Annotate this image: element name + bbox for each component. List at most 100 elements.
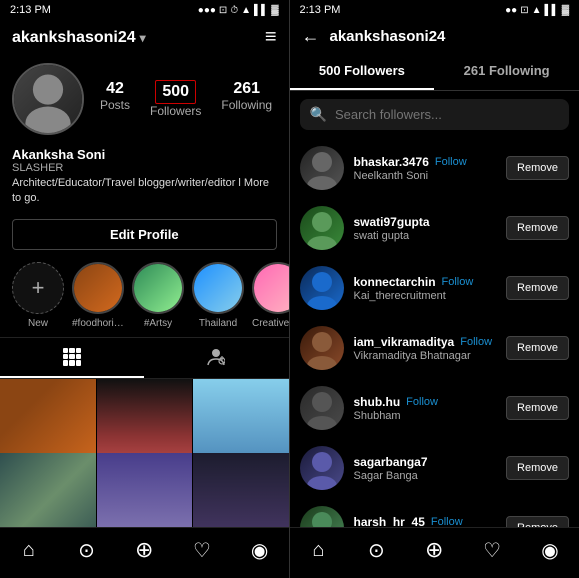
story-4[interactable]: Creative W... [252,262,289,329]
right-nav-heart-icon[interactable]: ♡ [478,536,506,564]
remove-button-6[interactable]: Remove [506,516,569,527]
follower-username-5: sagarbanga7 [354,455,428,469]
nav-search-icon[interactable]: ⊙ [73,536,101,564]
nav-profile-icon[interactable]: ◉ [246,536,274,564]
nav-add-icon[interactable]: ⊕ [130,536,158,564]
follower-username-3: iam_vikramaditya [354,335,455,349]
photo-4[interactable] [0,453,96,527]
following-label: Following [221,98,272,112]
follower-avatar-6 [300,506,344,527]
tab-tagged[interactable] [144,338,288,378]
remove-button-4[interactable]: Remove [506,396,569,420]
dropdown-icon[interactable]: ▾ [140,31,146,45]
search-icon: 🔍 [310,106,327,123]
right-time: 2:13 PM [300,4,341,16]
follower-realname-1: swati gupta [354,230,497,242]
follower-info-5: sagarbanga7 Sagar Banga [354,455,497,482]
story-label-0: New [28,318,48,329]
follow-link-3[interactable]: Follow [460,336,492,348]
follow-link-2[interactable]: Follow [442,276,474,288]
profile-section: 42 Posts 500 Followers 261 Following [0,55,289,143]
tab-following[interactable]: 261 Following [434,53,579,90]
left-username-row[interactable]: akankshasoni24 ▾ [12,29,146,47]
remove-button-2[interactable]: Remove [506,276,569,300]
grid-icon [63,348,81,366]
follower-realname-3: Vikramaditya Bhatnagar [354,350,497,362]
remove-button-5[interactable]: Remove [506,456,569,480]
bio-description: Architect/Educator/Travel blogger/writer… [12,176,277,207]
story-label-2: #Artsy [144,318,172,329]
left-bottom-nav: ⌂ ⊙ ⊕ ♡ ◉ [0,527,289,578]
back-button[interactable]: ← [302,26,320,47]
right-username: akankshasoni24 [330,28,446,45]
stories-row: + New #foodhorihs #Artsy Thailand [0,254,289,337]
followers-label: Followers [150,104,201,118]
follower-item: sagarbanga7 Sagar Banga Remove [290,438,579,498]
followers-stat[interactable]: 500 Followers [150,80,201,118]
follower-username-row-6: harsh_hr_45 Follow [354,515,497,528]
follower-username-1: swati97gupta [354,215,430,229]
follower-info-4: shub.hu Follow Shubham [354,395,497,422]
remove-button-3[interactable]: Remove [506,336,569,360]
remove-button-0[interactable]: Remove [506,156,569,180]
follower-item: bhaskar.3476 Follow Neelkanth Soni Remov… [290,138,579,198]
follow-link-0[interactable]: Follow [435,156,467,168]
story-circle-4 [252,262,289,314]
hamburger-menu-icon[interactable]: ≡ [265,26,277,49]
story-circle-3 [192,262,244,314]
photo-6[interactable] [193,453,289,527]
follower-username-6: harsh_hr_45 [354,515,425,528]
follower-info-3: iam_vikramaditya Follow Vikramaditya Bha… [354,335,497,362]
posts-stat[interactable]: 42 Posts [100,80,130,118]
follower-username-row-2: konnectarchin Follow [354,275,497,289]
remove-button-1[interactable]: Remove [506,216,569,240]
bio-name: Akanksha Soni [12,147,277,162]
story-3[interactable]: Thailand [192,262,244,329]
person-icon [207,348,225,366]
follow-link-4[interactable]: Follow [406,396,438,408]
search-bar[interactable]: 🔍 [300,99,570,130]
follower-info-6: harsh_hr_45 Follow harsh [354,515,497,528]
follower-avatar-2 [300,266,344,310]
follower-avatar-1 [300,206,344,250]
story-2[interactable]: #Artsy [132,262,184,329]
followers-count: 500 [162,83,189,100]
right-nav-profile-icon[interactable]: ◉ [536,536,564,564]
story-label-3: Thailand [199,318,237,329]
right-status-bar: 2:13 PM ●● ⊡ ▲ ▌▌ ▓ [290,0,579,20]
story-circle-2 [132,262,184,314]
tab-followers[interactable]: 500 Followers [290,53,435,90]
followers-highlight-box: 500 [155,80,196,104]
follower-username-row-4: shub.hu Follow [354,395,497,409]
photo-5[interactable] [97,453,193,527]
following-stat[interactable]: 261 Following [221,80,272,118]
nav-home-icon[interactable]: ⌂ [15,536,43,564]
followers-list: bhaskar.3476 Follow Neelkanth Soni Remov… [290,138,579,527]
follower-username-row-1: swati97gupta [354,215,497,229]
right-bottom-nav: ⌂ ⊙ ⊕ ♡ ◉ [290,527,579,578]
story-1[interactable]: #foodhorihs [72,262,124,329]
right-nav-search-icon[interactable]: ⊙ [362,536,390,564]
nav-heart-icon[interactable]: ♡ [188,536,216,564]
stats-row: 42 Posts 500 Followers 261 Following [100,80,277,118]
search-input[interactable] [335,107,559,122]
left-header: akankshasoni24 ▾ ≡ [0,20,289,55]
story-label-4: Creative W... [252,318,289,329]
tab-grid[interactable] [0,338,144,378]
follower-item: harsh_hr_45 Follow harsh Remove [290,498,579,527]
right-panel: 2:13 PM ●● ⊡ ▲ ▌▌ ▓ ← akankshasoni24 500… [290,0,579,578]
follower-username-row-5: sagarbanga7 [354,455,497,469]
follower-item: konnectarchin Follow Kai_therecruitment … [290,258,579,318]
follower-avatar-3 [300,326,344,370]
edit-profile-button[interactable]: Edit Profile [12,219,277,250]
follower-username-2: konnectarchin [354,275,436,289]
bio-section: Akanksha Soni SLASHER Architect/Educator… [0,143,289,215]
story-add-new[interactable]: + New [12,262,64,329]
follow-link-6[interactable]: Follow [431,516,463,528]
right-status-icons: ●● ⊡ ▲ ▌▌ ▓ [505,5,569,16]
posts-count: 42 [106,80,124,98]
follower-avatar-5 [300,446,344,490]
right-nav-add-icon[interactable]: ⊕ [420,536,448,564]
follower-info-1: swati97gupta swati gupta [354,215,497,242]
right-nav-home-icon[interactable]: ⌂ [304,536,332,564]
